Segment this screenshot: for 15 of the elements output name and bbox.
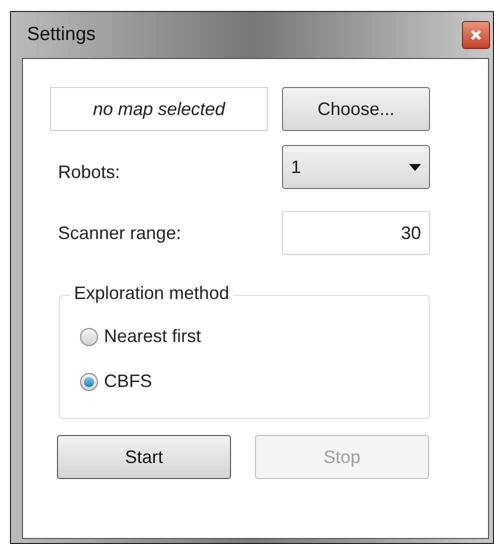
scanner-range-label: Scanner range: xyxy=(57,222,182,245)
radio-option[interactable]: CBFS xyxy=(80,359,152,404)
radio-button[interactable] xyxy=(80,372,98,390)
start-button[interactable]: Start xyxy=(57,435,231,479)
scanner-range-field[interactable]: 30 xyxy=(282,211,430,255)
map-field[interactable]: no map selected xyxy=(50,87,268,131)
close-icon xyxy=(470,29,482,41)
robots-dropdown[interactable]: 1 xyxy=(282,145,430,189)
close-button[interactable] xyxy=(462,21,490,49)
caret-icon xyxy=(409,164,421,170)
window-title: Settings xyxy=(27,22,96,47)
radio-button[interactable] xyxy=(80,328,98,346)
radio-option[interactable]: Nearest first xyxy=(80,314,202,359)
robots-label: Robots: xyxy=(57,160,122,184)
choose-button[interactable]: Choose... xyxy=(282,87,430,131)
